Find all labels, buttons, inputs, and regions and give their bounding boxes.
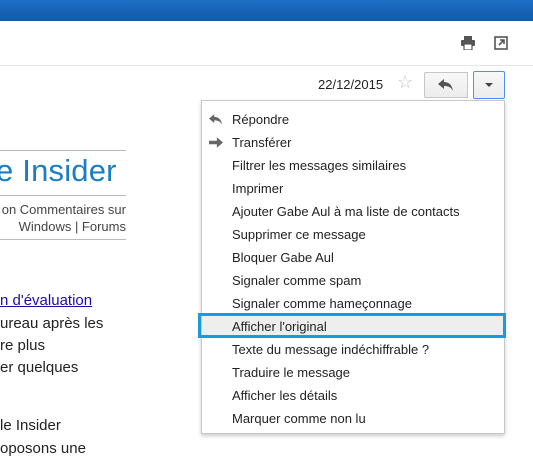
reply-arrow-icon [438,79,453,91]
reply-button[interactable] [424,72,468,98]
more-actions-button[interactable] [473,71,505,99]
open-in-new-window-icon[interactable] [494,36,510,50]
message-actions-menu: Répondre Transférer Filtrer les messages… [201,100,505,434]
menu-item-label: Signaler comme spam [232,273,362,288]
email-body-line: re plus [0,337,46,354]
menu-item-label: Bloquer Gabe Aul [232,250,334,265]
star-icon[interactable]: ☆ [397,72,413,93]
email-title: e Insider [0,153,117,188]
menu-item-report-phishing[interactable]: Signaler comme hameçonnage [202,292,504,315]
top-app-bar [0,0,533,21]
menu-item-forward[interactable]: Transférer [202,131,504,154]
menu-item-show-original[interactable]: Afficher l'original [202,315,504,338]
menu-item-label: Ajouter Gabe Aul à ma liste de contacts [232,204,460,219]
message-date: 22/12/2015 [318,77,384,92]
menu-item-label: Transférer [232,135,292,150]
menu-item-label: Texte du message indéchiffrable ? [232,342,430,357]
email-body-link[interactable]: n d'évaluation [0,292,92,309]
email-header-rule-top [0,150,126,151]
menu-item-delete[interactable]: Supprimer ce message [202,223,504,246]
email-subtitle-rule [0,239,126,240]
menu-item-report-spam[interactable]: Signaler comme spam [202,269,504,292]
email-body-line: oposons une [0,440,86,457]
email-subtitle-line1: on Commentaires sur [1,202,126,217]
email-body-line: le Insider [0,417,61,434]
header-divider [0,65,533,66]
forward-arrow-icon [209,137,223,148]
menu-item-label: Supprimer ce message [232,227,366,242]
email-header-rule-bottom [0,195,126,196]
menu-item-label: Afficher l'original [232,319,327,334]
menu-item-block-sender[interactable]: Bloquer Gabe Aul [202,246,504,269]
menu-item-show-details[interactable]: Afficher les détails [202,384,504,407]
menu-item-print[interactable]: Imprimer [202,177,504,200]
dropdown-caret-icon [485,83,493,87]
menu-item-message-garbled[interactable]: Texte du message indéchiffrable ? [202,338,504,361]
email-body-line: ureau après les [0,315,104,332]
email-subtitle-line2: Windows | Forums [18,219,126,234]
print-icon[interactable] [460,36,476,51]
menu-item-add-contact[interactable]: Ajouter Gabe Aul à ma liste de contacts [202,200,504,223]
menu-item-reply[interactable]: Répondre [202,108,504,131]
menu-item-label: Traduire le message [232,365,351,380]
email-body-line: er quelques [0,359,79,376]
menu-item-filter-similar[interactable]: Filtrer les messages similaires [202,154,504,177]
menu-item-label: Signaler comme hameçonnage [232,296,412,311]
menu-item-label: Filtrer les messages similaires [232,158,407,173]
menu-item-label: Imprimer [232,181,284,196]
menu-item-translate[interactable]: Traduire le message [202,361,504,384]
menu-item-mark-unread[interactable]: Marquer comme non lu [202,407,504,430]
menu-item-label: Répondre [232,112,290,127]
reply-arrow-icon [209,114,223,125]
menu-item-label: Marquer comme non lu [232,411,366,426]
menu-item-label: Afficher les détails [232,388,338,403]
